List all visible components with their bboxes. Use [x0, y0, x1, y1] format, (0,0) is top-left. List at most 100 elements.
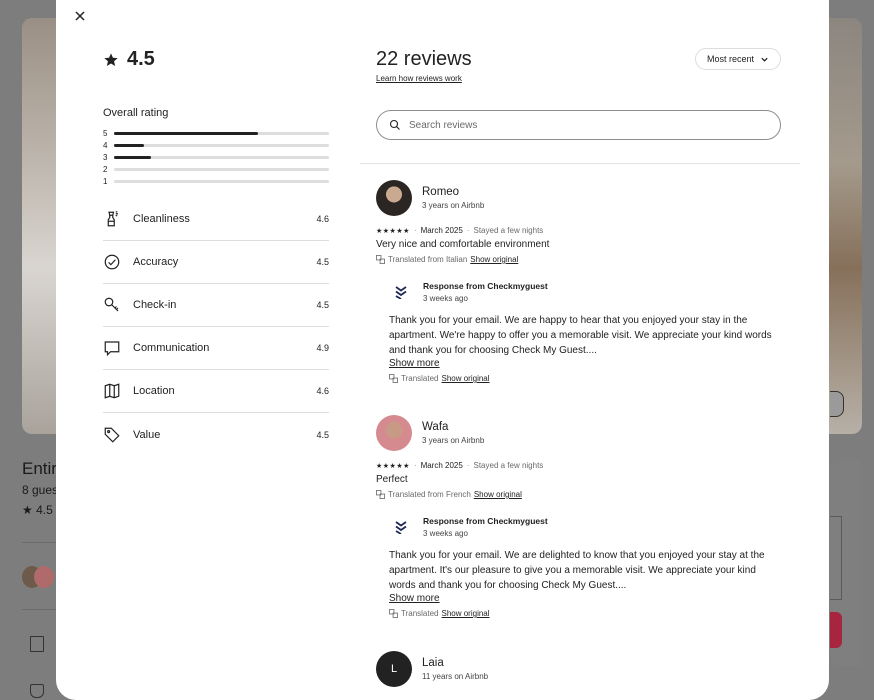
listing-title: Entir — [22, 459, 57, 478]
reviewer-name[interactable]: Romeo — [422, 186, 484, 198]
category-label: Value — [133, 428, 161, 441]
host-logo-icon — [395, 521, 407, 534]
translate-icon — [376, 490, 385, 499]
reserve-button — [830, 612, 842, 648]
show-original-link[interactable]: Show original — [442, 609, 490, 618]
category-check-in: Check-in 4.5 — [103, 284, 329, 327]
star-rating: ★★★★★ — [376, 227, 410, 235]
listing-rating: ★ 4.5 — [22, 503, 53, 517]
stay-length: Stayed a few nights — [473, 226, 544, 235]
rating-bar-row: 5 — [103, 127, 329, 139]
category-communication: Communication 4.9 — [103, 327, 329, 370]
show-original-link[interactable]: Show original — [474, 490, 522, 499]
divider — [360, 163, 800, 164]
show-photos-button — [830, 391, 844, 417]
review-date: March 2025 — [420, 226, 463, 235]
learn-reviews-link[interactable]: Learn how reviews work — [376, 74, 462, 83]
rating-bar-row: 3 — [103, 151, 329, 163]
message-icon — [104, 341, 120, 357]
overall-score: 4.5 — [103, 48, 155, 71]
reviewer-tenure: 3 years on Airbnb — [422, 201, 485, 210]
avatar[interactable]: L — [376, 651, 412, 687]
rating-bar-track — [114, 167, 329, 171]
rating-bar-row: 2 — [103, 163, 329, 175]
translated-label: Translated — [401, 374, 439, 383]
overall-rating-label: Overall rating — [103, 107, 169, 119]
rating-bar-fill — [114, 155, 151, 159]
translation-note: Translated from French Show original — [376, 490, 796, 499]
reviewer-tenure: 3 years on Airbnb — [422, 436, 485, 445]
show-more-link[interactable]: Show more — [389, 358, 784, 369]
divider — [22, 542, 56, 543]
avatar[interactable] — [376, 180, 412, 216]
category-label: Cleanliness — [133, 213, 190, 225]
response-time: 3 weeks ago — [423, 529, 468, 538]
search-icon — [389, 119, 400, 130]
rating-bar-label: 1 — [103, 176, 108, 186]
translation-note: Translated Show original — [389, 609, 784, 618]
show-original-link[interactable]: Show original — [470, 255, 518, 264]
search-reviews-field[interactable] — [376, 110, 781, 140]
show-more-link[interactable]: Show more — [389, 593, 784, 604]
translation-note: Translated from Italian Show original — [376, 255, 796, 264]
listing-guests: 8 gues — [22, 483, 59, 497]
rating-bar-track — [114, 155, 329, 159]
category-score: 4.6 — [316, 386, 329, 396]
translate-icon — [389, 609, 398, 618]
response-text: Thank you for your email. We are delight… — [389, 550, 765, 591]
reviews-count-title: 22 reviews — [376, 48, 472, 70]
rating-bar-track — [114, 131, 329, 135]
category-score: 4.5 — [316, 300, 329, 310]
divider — [22, 609, 56, 610]
reviewer-name[interactable]: Wafa — [422, 421, 484, 433]
category-cleanliness: Cleanliness 4.6 — [103, 198, 329, 241]
category-ratings: Cleanliness 4.6 Accuracy 4.5 Check-in 4.… — [103, 198, 329, 456]
category-value: Value 4.5 — [103, 413, 329, 456]
response-time: 3 weeks ago — [423, 294, 468, 303]
tag-icon — [104, 427, 120, 443]
close-icon — [75, 11, 85, 21]
category-score: 4.6 — [316, 214, 329, 224]
check-circle-icon — [104, 254, 120, 270]
search-input[interactable] — [409, 119, 749, 131]
star-icon — [104, 52, 118, 66]
rating-bar-label: 5 — [103, 128, 108, 138]
host-response: Response from Checkmyguest 3 weeks ago T… — [389, 278, 784, 383]
rating-bar-label: 3 — [103, 152, 108, 162]
key-icon — [104, 297, 119, 312]
hourglass-icon — [30, 684, 44, 698]
response-title: Response from Checkmyguest — [423, 281, 548, 291]
category-label: Check-in — [133, 299, 177, 311]
listing-photo — [826, 18, 862, 434]
show-original-link[interactable]: Show original — [442, 374, 490, 383]
translate-icon — [389, 374, 398, 383]
map-icon — [104, 383, 120, 399]
translated-label: Translated — [401, 609, 439, 618]
review-text: Perfect — [376, 474, 408, 485]
reviewer-name[interactable]: Laia — [422, 657, 488, 669]
rating-bar-row: 1 — [103, 175, 329, 187]
sort-label: Most recent — [706, 54, 755, 64]
sort-dropdown[interactable]: Most recent — [695, 48, 781, 70]
category-label: Location — [133, 385, 175, 397]
response-text: Thank you for your email. We are happy t… — [389, 315, 772, 356]
avatar[interactable] — [376, 415, 412, 451]
door-icon — [30, 636, 44, 652]
spray-bottle-icon — [107, 210, 118, 227]
translated-label: Translated from Italian — [388, 255, 468, 264]
category-label: Communication — [133, 342, 210, 354]
review-text: Very nice and comfortable environment — [376, 239, 550, 250]
review-item: Wafa 3 years on Airbnb ★★★★★ · March 202… — [376, 415, 796, 618]
rating-bar-fill — [114, 143, 145, 147]
rating-bar-fill — [114, 131, 259, 135]
rating-bar-track — [114, 143, 329, 147]
star-rating: ★★★★★ — [376, 462, 410, 470]
rating-bar-row: 4 — [103, 139, 329, 151]
close-button[interactable] — [70, 6, 90, 26]
overall-score-value: 4.5 — [127, 48, 155, 70]
category-label: Accuracy — [133, 256, 179, 268]
category-score: 4.5 — [316, 257, 329, 267]
host-logo-icon — [395, 286, 407, 299]
avatar-initial: L — [390, 663, 398, 675]
translation-note: Translated Show original — [389, 374, 784, 383]
